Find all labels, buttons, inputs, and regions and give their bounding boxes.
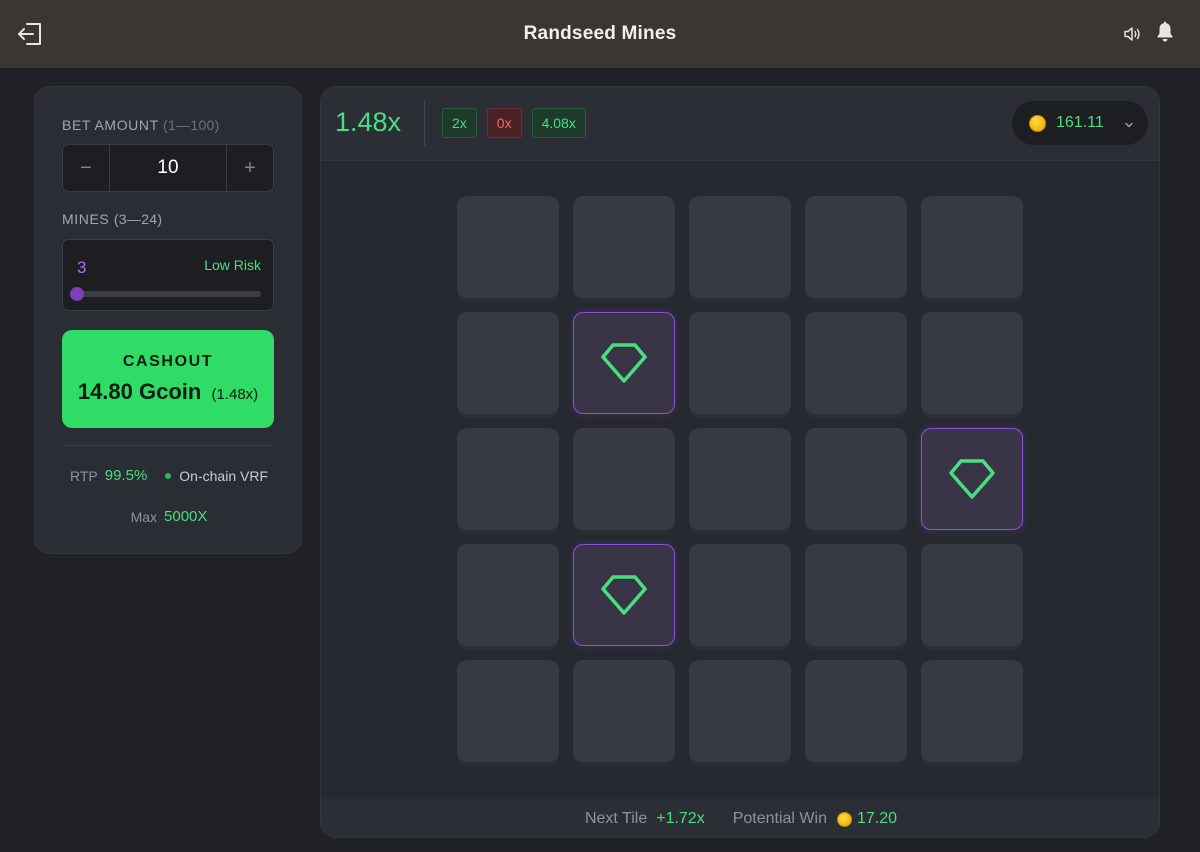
tile-hidden[interactable]: [921, 660, 1023, 762]
tile-hidden[interactable]: [573, 660, 675, 762]
diamond-icon: [600, 341, 648, 385]
tile-revealed-gem[interactable]: [573, 544, 675, 646]
next-tile-label: Next Tile: [584, 810, 648, 827]
mines-slider-track[interactable]: [70, 287, 261, 301]
rtp-label: RTP: [70, 467, 98, 484]
tile-hidden[interactable]: [921, 544, 1023, 646]
tile-hidden[interactable]: [457, 196, 559, 298]
bet-control-panel: BET AMOUNT (1—100) − 10 + MINES (3—24) 3…: [34, 86, 302, 554]
next-tile-value: +1.72x: [656, 810, 705, 827]
tile-hidden[interactable]: [457, 660, 559, 762]
coin-icon: [1029, 114, 1046, 132]
bet-amount-label: BET AMOUNT (1—100): [62, 117, 220, 133]
page-title: Randseed Mines: [523, 23, 677, 44]
tile-hidden[interactable]: [457, 428, 559, 530]
tile-hidden[interactable]: [573, 428, 675, 530]
cashout-button[interactable]: CASHOUT 14.80 Gcoin (1.48x): [62, 330, 274, 428]
decrement-button[interactable]: −: [63, 145, 109, 191]
tile-hidden[interactable]: [457, 544, 559, 646]
max-value: 5000X: [164, 508, 208, 525]
max-win-row: Max 5000X: [35, 508, 303, 525]
top-header: Randseed Mines: [0, 0, 1200, 68]
history-chip: 2x: [442, 108, 477, 138]
tile-revealed-gem[interactable]: [573, 312, 675, 414]
coin-icon: [836, 811, 852, 827]
game-footer: Next Tile +1.72x Potential Win 17.20: [321, 799, 1159, 837]
tile-hidden[interactable]: [573, 196, 675, 298]
divider: [62, 445, 274, 446]
rtp-value: 99.5%: [104, 467, 148, 484]
mines-count: 3: [77, 258, 87, 277]
bell-icon[interactable]: [1155, 21, 1175, 43]
vrf-label: On-chain VRF: [179, 467, 268, 484]
speaker-icon[interactable]: [1122, 24, 1142, 44]
cashout-multiplier: (1.48x): [211, 386, 259, 403]
tile-hidden[interactable]: [689, 544, 791, 646]
history-chip: 4.08x: [531, 108, 586, 138]
risk-level-label: Low Risk: [204, 257, 261, 273]
mines-label: MINES (3—24): [62, 211, 163, 227]
game-top-bar: 1.48x 2x 0x 4.08x 161.11: [321, 87, 1159, 161]
tile-revealed-gem[interactable]: [921, 428, 1023, 530]
tile-hidden[interactable]: [805, 312, 907, 414]
rtp-row: RTP 99.5% On-chain VRF: [35, 467, 303, 484]
history-chip: 0x: [486, 108, 522, 138]
vrf-status-dot: [165, 472, 172, 479]
balance-selector[interactable]: 161.11: [1012, 101, 1148, 145]
tile-hidden[interactable]: [805, 428, 907, 530]
balance-amount: 161.11: [1056, 114, 1104, 131]
current-multiplier: 1.48x: [335, 107, 402, 137]
tile-hidden[interactable]: [921, 196, 1023, 298]
tile-hidden[interactable]: [805, 660, 907, 762]
bet-amount-input[interactable]: 10: [109, 145, 227, 191]
tile-hidden[interactable]: [689, 660, 791, 762]
diamond-icon: [948, 457, 996, 501]
bet-range-hint: (1—100): [163, 117, 220, 133]
separator: [424, 100, 425, 146]
tile-hidden[interactable]: [689, 312, 791, 414]
cashout-amount: 14.80 Gcoin (1.48x): [77, 379, 259, 404]
mines-selector: 3 Low Risk: [62, 239, 274, 311]
tile-hidden[interactable]: [689, 428, 791, 530]
mines-slider-handle[interactable]: [70, 287, 84, 301]
tile-hidden[interactable]: [921, 312, 1023, 414]
game-board-panel: 1.48x 2x 0x 4.08x 161.11 Next Tile +1.72x …: [320, 86, 1160, 838]
tile-hidden[interactable]: [805, 196, 907, 298]
multiplier-history: 2x 0x 4.08x: [442, 108, 586, 138]
potential-win-value: 17.20: [856, 810, 898, 827]
diamond-icon: [600, 573, 648, 617]
tile-hidden[interactable]: [457, 312, 559, 414]
mines-range-hint: (3—24): [113, 211, 163, 227]
max-label: Max: [130, 508, 158, 525]
cashout-label: CASHOUT: [122, 353, 214, 370]
bet-amount-stepper: − 10 +: [62, 144, 274, 192]
tile-hidden[interactable]: [805, 544, 907, 646]
chevron-down-icon: [1124, 117, 1134, 128]
exit-icon[interactable]: [16, 20, 44, 48]
potential-win-label: Potential Win: [732, 810, 827, 827]
tile-hidden[interactable]: [689, 196, 791, 298]
increment-button[interactable]: +: [227, 145, 273, 191]
mines-grid: [457, 196, 1023, 762]
